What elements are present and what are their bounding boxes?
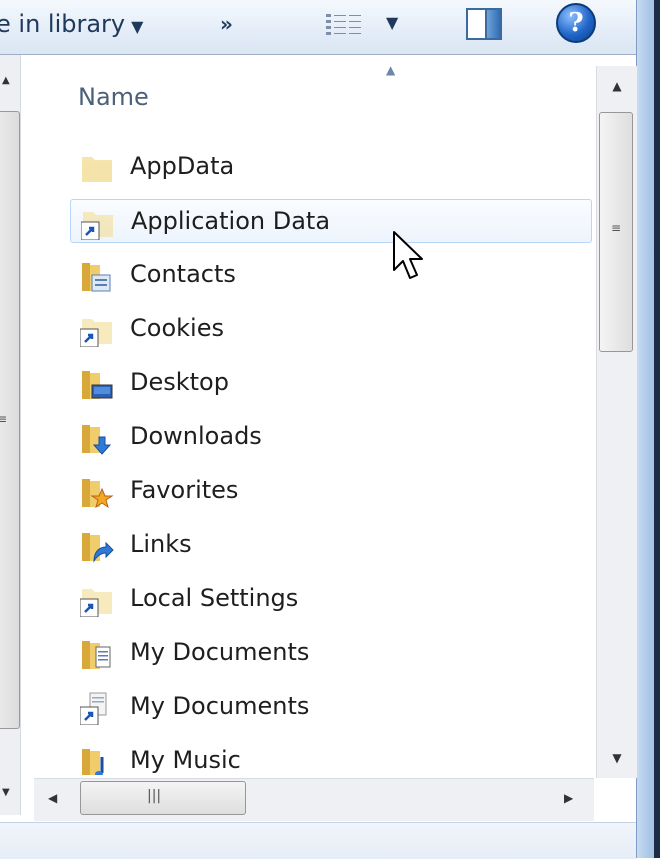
vertical-scrollbar[interactable]: ▲ ≡ ▼ — [596, 66, 637, 778]
item-name: AppData — [130, 152, 235, 180]
scroll-left-arrow-icon[interactable]: ◀ — [48, 791, 57, 805]
list-item[interactable]: Local Settings — [70, 577, 592, 621]
views-dropdown-icon[interactable]: ▼ — [386, 13, 398, 32]
item-name: Cookies — [130, 314, 224, 342]
scroll-up-arrow-icon[interactable]: ▲ — [2, 75, 10, 86]
change-view-button[interactable] — [324, 10, 364, 42]
include-in-library-label: e in library — [0, 10, 126, 38]
window-edge — [654, 0, 660, 858]
list-item[interactable]: AppData — [70, 145, 592, 189]
favorites-folder-icon — [82, 479, 114, 509]
links-folder-icon — [82, 533, 114, 563]
grip-icon: ≡ — [611, 221, 622, 235]
scroll-up-arrow-icon[interactable]: ▲ — [597, 66, 637, 106]
item-name: Local Settings — [130, 584, 299, 612]
item-name: My Music — [130, 746, 241, 774]
folder-shortcut-icon — [80, 589, 112, 617]
navigation-scroll-thumb[interactable]: ≡ — [0, 111, 20, 729]
scroll-down-arrow-icon[interactable]: ▼ — [2, 787, 10, 798]
more-commands-button[interactable]: » — [220, 12, 233, 36]
item-name: Desktop — [130, 368, 229, 396]
item-name: Links — [130, 530, 192, 558]
column-header-name[interactable]: Name — [78, 83, 149, 111]
include-in-library-button[interactable]: e in library ▼ — [0, 10, 143, 38]
list-item[interactable]: Cookies — [70, 307, 592, 351]
item-name: My Documents — [130, 638, 310, 666]
preview-pane-button[interactable] — [466, 8, 502, 40]
details-view-icon — [326, 14, 361, 35]
list-item[interactable]: My Documents — [70, 685, 592, 729]
list-item-hovered[interactable]: Application Data — [70, 199, 592, 243]
folder-shortcut-icon — [80, 319, 112, 347]
folder-shortcut-icon — [81, 212, 113, 240]
grip-icon: ≡ — [0, 412, 8, 426]
desktop-folder-icon — [82, 371, 113, 399]
documents-folder-icon — [82, 641, 111, 669]
downloads-folder-icon — [82, 425, 112, 455]
preview-pane-icon — [485, 10, 500, 38]
music-folder-icon — [82, 749, 104, 775]
navigation-pane-scrollbar[interactable]: ▲ ≡ ▼ — [0, 55, 21, 815]
documents-shortcut-icon — [80, 692, 107, 725]
list-item[interactable]: Desktop — [70, 361, 592, 405]
item-name: Favorites — [130, 476, 239, 504]
grip-icon: ||| — [147, 788, 162, 804]
file-list: ▲ Name AppData Application Data Contacts… — [34, 55, 594, 775]
sort-ascending-icon: ▲ — [386, 63, 396, 77]
contacts-folder-icon — [82, 263, 111, 292]
list-item[interactable]: My Documents — [70, 631, 592, 675]
list-item[interactable]: Links — [70, 523, 592, 567]
mouse-pointer-icon — [393, 231, 423, 279]
list-item[interactable]: My Music — [70, 739, 592, 775]
list-item[interactable]: Contacts — [70, 253, 592, 297]
horizontal-scroll-thumb[interactable]: ||| — [80, 781, 246, 815]
item-name: Application Data — [131, 207, 331, 235]
item-name: Contacts — [130, 260, 236, 288]
command-bar: e in library ▼ » ▼ ? — [0, 0, 636, 55]
horizontal-scrollbar[interactable]: ◀ ||| ▶ — [34, 778, 594, 821]
help-icon[interactable]: ? — [556, 3, 596, 43]
list-item[interactable]: Downloads — [70, 415, 592, 459]
scroll-down-arrow-icon[interactable]: ▼ — [597, 738, 637, 778]
list-item[interactable]: Favorites — [70, 469, 592, 513]
scroll-right-arrow-icon[interactable]: ▶ — [564, 791, 573, 805]
folder-icon — [82, 157, 112, 182]
item-name: Downloads — [130, 422, 262, 450]
item-name: My Documents — [130, 692, 310, 720]
details-pane — [0, 822, 636, 859]
vertical-scroll-thumb[interactable]: ≡ — [599, 112, 633, 352]
chevron-down-icon: ▼ — [131, 17, 144, 36]
